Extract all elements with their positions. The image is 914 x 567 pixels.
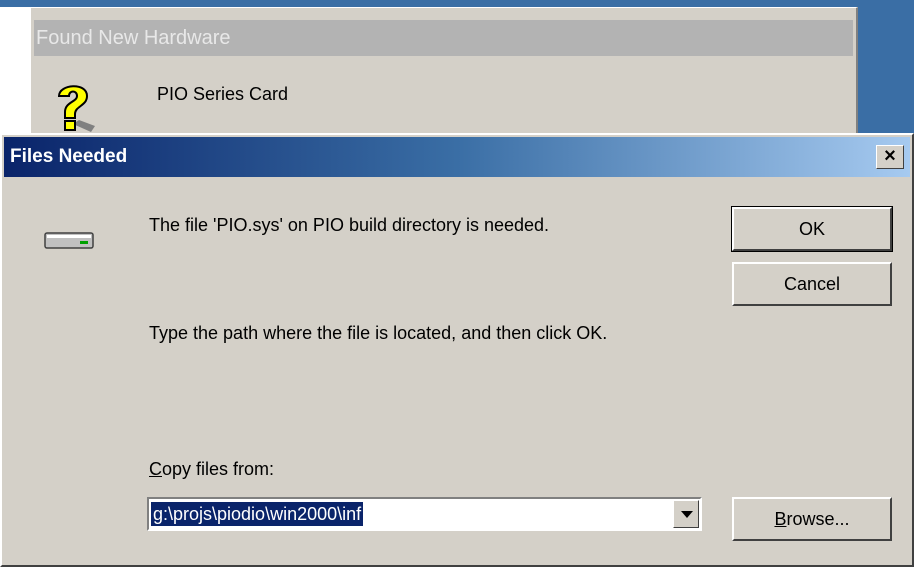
device-name: PIO Series Card xyxy=(157,84,289,104)
chevron-down-icon[interactable] xyxy=(673,500,699,528)
desktop-background-right xyxy=(858,0,914,135)
drive-icon xyxy=(44,231,96,251)
found-new-hardware-title: Found New Hardware xyxy=(34,20,853,56)
ok-button[interactable]: OK xyxy=(731,206,893,252)
title-bar[interactable]: Files Needed × xyxy=(4,137,910,177)
files-needed-dialog: Files Needed × The file 'PIO.sys' on PIO… xyxy=(0,133,914,567)
cancel-button[interactable]: Cancel xyxy=(732,262,892,306)
close-button[interactable]: × xyxy=(876,145,904,169)
browse-label: rowse... xyxy=(786,509,850,529)
dialog-title: Files Needed xyxy=(10,146,128,167)
question-mark-icon xyxy=(51,80,97,136)
instruction-text: Type the path where the file is located,… xyxy=(149,323,608,343)
browse-accelerator: B xyxy=(774,509,787,529)
browse-button[interactable]: Browse... xyxy=(732,497,892,541)
copy-label-text: opy files from: xyxy=(162,459,275,479)
copy-files-label: Copy files from: xyxy=(149,459,274,480)
file-needed-message: The file 'PIO.sys' on PIO build director… xyxy=(149,215,550,235)
copy-label-accelerator: C xyxy=(149,459,162,479)
copy-path-input[interactable]: g:\projs\piodio\win2000\inf xyxy=(151,502,364,526)
copy-path-combobox[interactable]: g:\projs\piodio\win2000\inf xyxy=(147,497,702,531)
found-new-hardware-window[interactable]: Found New Hardware PIO Series Card xyxy=(30,7,858,147)
desktop-background-top xyxy=(0,0,914,7)
